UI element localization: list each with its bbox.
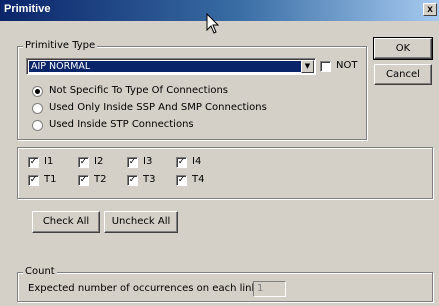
- check-t2[interactable]: ✓: [78, 175, 89, 186]
- not-checkbox[interactable]: [320, 61, 331, 72]
- check-all-button[interactable]: Check All: [32, 211, 100, 233]
- not-label: NOT: [336, 60, 358, 71]
- check-i1-label: I1: [44, 156, 54, 167]
- primitive-type-label: Primitive Type: [23, 40, 98, 52]
- radio-stp-label: Used Inside STP Connections: [49, 119, 194, 130]
- window-title: Primitive: [4, 3, 51, 15]
- radio-stp[interactable]: [32, 120, 43, 131]
- primitive-type-value: AIP NORMAL: [29, 61, 301, 72]
- check-t3-label: T3: [143, 174, 156, 185]
- radio-not-specific[interactable]: [32, 86, 43, 97]
- occurrences-label: Expected number of occurrences on each l…: [28, 283, 261, 294]
- check-i2[interactable]: ✓: [78, 157, 89, 168]
- close-button[interactable]: x: [423, 3, 437, 16]
- check-i4-label: I4: [192, 156, 202, 167]
- occurrences-input[interactable]: 1: [253, 281, 286, 297]
- interface-checks-group: [17, 147, 433, 199]
- check-t4-label: T4: [192, 174, 205, 185]
- check-i3-label: I3: [143, 156, 153, 167]
- check-i4[interactable]: ✓: [176, 157, 187, 168]
- check-t3[interactable]: ✓: [127, 175, 138, 186]
- check-t1[interactable]: ✓: [28, 175, 39, 186]
- check-i1[interactable]: ✓: [28, 157, 39, 168]
- uncheck-all-button[interactable]: Uncheck All: [104, 211, 178, 233]
- count-label: Count: [23, 266, 57, 278]
- check-t2-label: T2: [94, 174, 107, 185]
- radio-not-specific-label: Not Specific To Type Of Connections: [49, 85, 229, 96]
- chevron-down-icon[interactable]: ▼: [301, 60, 314, 73]
- mouse-pointer-icon: [206, 13, 220, 34]
- check-t4[interactable]: ✓: [176, 175, 187, 186]
- ok-button[interactable]: OK: [373, 37, 433, 60]
- cancel-button[interactable]: Cancel: [374, 64, 432, 85]
- check-t1-label: T1: [44, 174, 57, 185]
- radio-ssp-smp-label: Used Only Inside SSP And SMP Connections: [49, 102, 267, 113]
- radio-ssp-smp[interactable]: [32, 103, 43, 114]
- primitive-type-select[interactable]: AIP NORMAL ▼: [26, 58, 316, 75]
- check-i2-label: I2: [94, 156, 104, 167]
- check-i3[interactable]: ✓: [127, 157, 138, 168]
